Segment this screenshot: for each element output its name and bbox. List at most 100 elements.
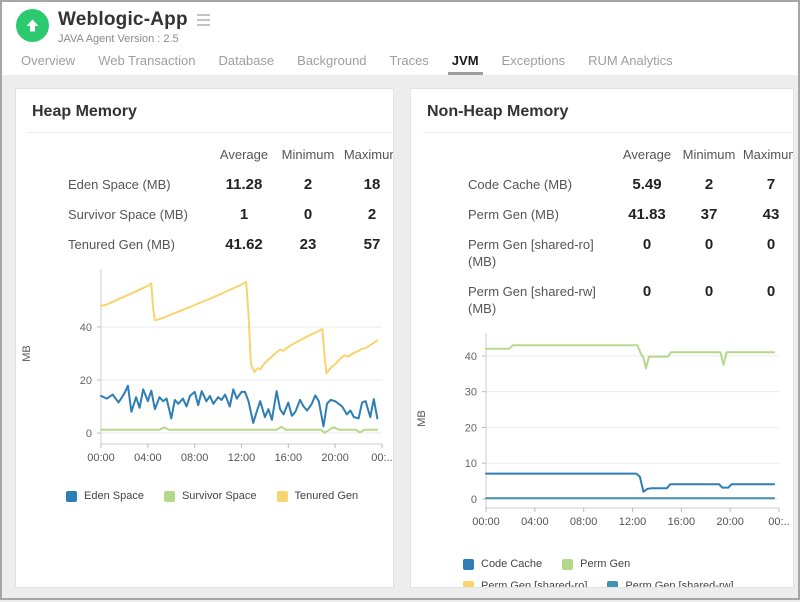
x-tick-label: 08:00 — [570, 516, 598, 528]
legend-item-perm-gen-shared-rw[interactable]: Perm Gen [shared-rw] — [607, 580, 733, 588]
panel-title: Non-Heap Memory — [427, 103, 777, 121]
metric-average: 0 — [616, 224, 678, 271]
metric-average: 1 — [212, 194, 276, 224]
title-block: Weblogic-App JAVA Agent Version : 2.5 — [58, 9, 212, 45]
legend-swatch-icon — [66, 491, 77, 502]
metric-label: Eden Space (MB) — [16, 164, 212, 194]
y-tick-label: 0 — [86, 428, 92, 440]
legend-item-code-cache[interactable]: Code Cache — [463, 558, 542, 570]
column-header-average: Average — [616, 139, 678, 164]
metric-maximum: 18 — [340, 164, 394, 194]
tab-database[interactable]: Database — [215, 49, 279, 75]
legend-swatch-icon — [164, 491, 175, 502]
heap-chart-legend: Eden Space Survivor Space Tenured Gen — [66, 490, 393, 502]
metric-minimum: 2 — [276, 164, 340, 194]
legend-label: Code Cache — [481, 558, 542, 570]
heap-stats-table: AverageMinimumMaximumEden Space (MB)11.2… — [16, 139, 393, 254]
legend-item-eden-space[interactable]: Eden Space — [66, 490, 144, 502]
legend-item-survivor-space[interactable]: Survivor Space — [164, 490, 257, 502]
y-tick-label: 30 — [465, 387, 477, 399]
heap-memory-chart: 0204000:0004:0008:0012:0016:0020:0000:..… — [16, 262, 392, 474]
jvm-content: Heap Memory AverageMinimumMaximumEden Sp… — [2, 75, 798, 602]
metric-label: Perm Gen (MB) — [411, 194, 616, 224]
series-line-tenured-gen — [101, 282, 377, 373]
tab-rum-analytics[interactable]: RUM Analytics — [584, 49, 677, 75]
legend-swatch-icon — [463, 559, 474, 570]
tab-jvm[interactable]: JVM — [448, 49, 483, 75]
x-tick-label: 00:00 — [472, 516, 500, 528]
y-tick-label: 0 — [471, 494, 477, 506]
agent-version-label: JAVA Agent Version : 2.5 — [58, 33, 212, 45]
legend-label: Perm Gen — [580, 558, 630, 570]
metric-label: Code Cache (MB) — [411, 164, 616, 194]
x-tick-label: 20:00 — [716, 516, 744, 528]
table-row: Code Cache (MB)5.4927 — [411, 164, 794, 194]
metric-average: 11.28 — [212, 164, 276, 194]
tab-overview[interactable]: Overview — [17, 49, 79, 75]
y-tick-label: 10 — [465, 458, 477, 470]
metric-minimum: 23 — [276, 224, 340, 254]
panel-divider — [423, 132, 791, 133]
legend-item-perm-gen[interactable]: Perm Gen — [562, 558, 630, 570]
app-header: Weblogic-App JAVA Agent Version : 2.5 Ov… — [2, 2, 798, 75]
y-axis-title: MB — [21, 345, 33, 362]
metric-average: 0 — [616, 271, 678, 318]
series-line-eden-space — [101, 386, 377, 427]
tab-web-transaction[interactable]: Web Transaction — [94, 49, 199, 75]
stats-table: AverageMinimumMaximumEden Space (MB)11.2… — [16, 139, 394, 254]
tab-bar: Overview Web Transaction Database Backgroun… — [2, 49, 798, 75]
hamburger-menu-icon[interactable] — [195, 12, 212, 28]
tab-exceptions[interactable]: Exceptions — [498, 49, 570, 75]
legend-label: Perm Gen [shared-ro] — [481, 580, 587, 588]
x-tick-label: 20:00 — [321, 452, 349, 464]
legend-label: Perm Gen [shared-rw] — [625, 580, 733, 588]
metric-maximum: 0 — [740, 224, 794, 271]
table-header-row: AverageMinimumMaximum — [16, 139, 394, 164]
metric-label: Survivor Space (MB) — [16, 194, 212, 224]
panel-title: Heap Memory — [32, 103, 377, 121]
column-header-maximum: Maximum — [340, 139, 394, 164]
metric-maximum: 2 — [340, 194, 394, 224]
metric-maximum: 43 — [740, 194, 794, 224]
table-row: Perm Gen [shared-ro] (MB)000 — [411, 224, 794, 271]
metric-minimum: 0 — [276, 194, 340, 224]
legend-item-tenured-gen[interactable]: Tenured Gen — [277, 490, 359, 502]
legend-label: Tenured Gen — [295, 490, 359, 502]
legend-swatch-icon — [277, 491, 288, 502]
table-header-row: AverageMinimumMaximum — [411, 139, 794, 164]
x-tick-label: 00:00 — [87, 452, 115, 464]
y-tick-label: 40 — [80, 322, 92, 334]
up-arrow-icon — [24, 17, 41, 34]
metric-label: Tenured Gen (MB) — [16, 224, 212, 254]
y-tick-label: 20 — [465, 422, 477, 434]
metric-minimum: 0 — [678, 271, 740, 318]
page-title: Weblogic-App — [58, 9, 188, 31]
column-header-average: Average — [212, 139, 276, 164]
column-header-minimum: Minimum — [276, 139, 340, 164]
table-row: Perm Gen (MB)41.833743 — [411, 194, 794, 224]
table-row: Survivor Space (MB)102 — [16, 194, 394, 224]
table-row: Tenured Gen (MB)41.622357 — [16, 224, 394, 254]
metric-average: 5.49 — [616, 164, 678, 194]
column-header-maximum: Maximum — [740, 139, 794, 164]
y-axis-title: MB — [416, 410, 428, 427]
x-tick-label: 08:00 — [181, 452, 209, 464]
tab-background[interactable]: Background — [293, 49, 370, 75]
series-line-survivor-space — [101, 427, 377, 433]
metric-label: Perm Gen [shared-rw] (MB) — [411, 271, 616, 318]
app-window: Weblogic-App JAVA Agent Version : 2.5 Ov… — [2, 2, 798, 602]
x-tick-label: 04:00 — [521, 516, 549, 528]
non-heap-stats-table: AverageMinimumMaximumCode Cache (MB)5.49… — [411, 139, 793, 318]
legend-swatch-icon — [562, 559, 573, 570]
metric-average: 41.83 — [616, 194, 678, 224]
y-tick-label: 20 — [80, 375, 92, 387]
metric-minimum: 0 — [678, 224, 740, 271]
tab-traces[interactable]: Traces — [386, 49, 433, 75]
legend-swatch-icon — [463, 581, 474, 589]
legend-item-perm-gen-shared-ro[interactable]: Perm Gen [shared-ro] — [463, 580, 587, 588]
x-tick-label: 12:00 — [619, 516, 647, 528]
series-line-perm-gen — [486, 345, 774, 368]
app-identity: Weblogic-App JAVA Agent Version : 2.5 — [2, 2, 798, 45]
table-row: Eden Space (MB)11.28218 — [16, 164, 394, 194]
stats-table: AverageMinimumMaximumCode Cache (MB)5.49… — [411, 139, 794, 318]
